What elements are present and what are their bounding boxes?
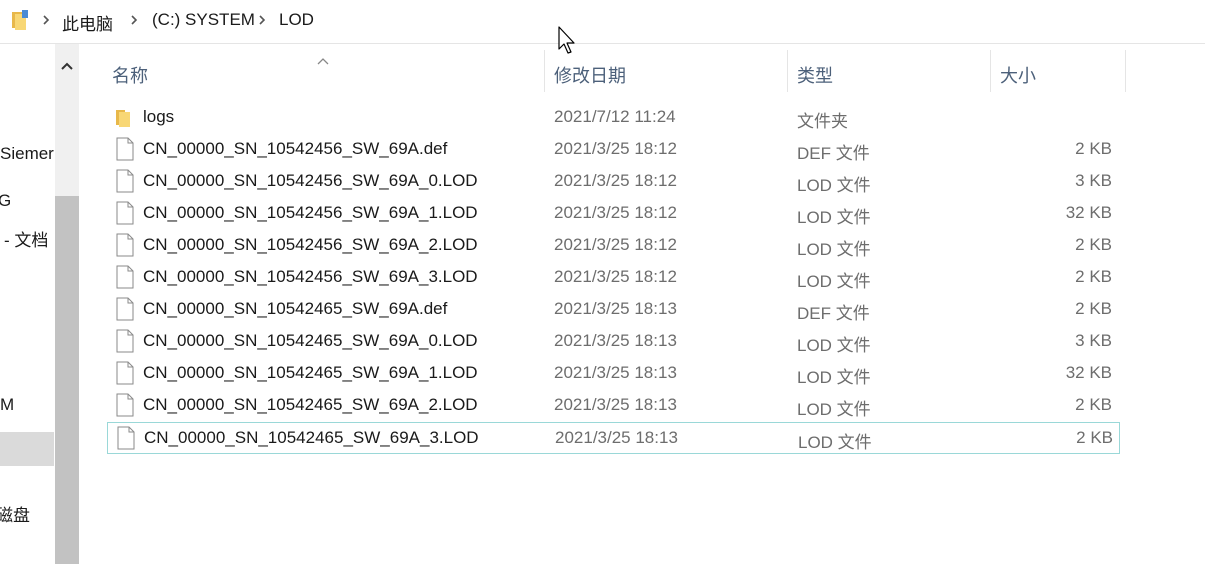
file-type: LOD 文件 [797, 336, 871, 355]
chevron-up-icon[interactable] [59, 58, 75, 74]
nav-selected-highlight [0, 432, 54, 466]
column-headers: 名称 修改日期 类型 大小 [100, 50, 1130, 92]
list-item[interactable]: logs 2021/7/12 11:24 文件夹 [107, 102, 1118, 132]
breadcrumb-this-pc[interactable]: 此电脑 [62, 10, 113, 35]
file-type: LOD 文件 [798, 433, 872, 452]
list-item[interactable]: CN_00000_SN_10542456_SW_69A_1.LOD 2021/3… [107, 198, 1118, 228]
file-size: 3 KB [1075, 171, 1112, 190]
list-item[interactable]: CN_00000_SN_10542465_SW_69A_1.LOD 2021/3… [107, 358, 1118, 388]
file-name: CN_00000_SN_10542456_SW_69A_3.LOD [143, 267, 478, 286]
file-name: CN_00000_SN_10542456_SW_69A_2.LOD [143, 235, 478, 254]
file-date: 2021/7/12 11:24 [554, 107, 676, 126]
file-name: CN_00000_SN_10542456_SW_69A_1.LOD [143, 203, 478, 222]
list-item[interactable]: CN_00000_SN_10542456_SW_69A_0.LOD 2021/3… [107, 166, 1118, 196]
mouse-cursor-icon [558, 26, 578, 56]
list-item[interactable]: CN_00000_SN_10542465_SW_69A_0.LOD 2021/3… [107, 326, 1118, 356]
file-date: 2021/3/25 18:12 [554, 235, 677, 254]
file-icon [115, 393, 135, 417]
file-name: CN_00000_SN_10542465_SW_69A.def [143, 299, 448, 318]
file-date: 2021/3/25 18:13 [554, 395, 677, 414]
nav-scrollbar-thumb[interactable] [55, 196, 79, 564]
file-icon [115, 137, 135, 161]
column-header-date[interactable]: 修改日期 [554, 62, 626, 88]
file-type: DEF 文件 [797, 304, 870, 323]
file-date: 2021/3/25 18:12 [554, 171, 677, 190]
file-type: DEF 文件 [797, 144, 870, 163]
list-item[interactable]: CN_00000_SN_10542465_SW_69A_2.LOD 2021/3… [107, 390, 1118, 420]
file-size: 2 KB [1075, 267, 1112, 286]
file-icon [115, 329, 135, 353]
file-name: CN_00000_SN_10542456_SW_69A.def [143, 139, 448, 158]
file-date: 2021/3/25 18:12 [554, 203, 677, 222]
file-type: LOD 文件 [797, 176, 871, 195]
list-item[interactable]: CN_00000_SN_10542465_SW_69A.def 2021/3/2… [107, 294, 1118, 324]
file-type: LOD 文件 [797, 368, 871, 387]
file-size: 32 KB [1065, 203, 1112, 222]
list-item[interactable]: CN_00000_SN_10542456_SW_69A_3.LOD 2021/3… [107, 262, 1118, 292]
file-size: 3 KB [1075, 331, 1112, 350]
file-type: LOD 文件 [797, 400, 871, 419]
address-bar[interactable]: 此电脑 (C:) SYSTEM LOD [0, 0, 1205, 44]
file-date: 2021/3/25 18:13 [554, 299, 677, 318]
chevron-right-icon[interactable] [40, 12, 52, 28]
file-size: 2 KB [1075, 235, 1112, 254]
list-item[interactable]: CN_00000_SN_10542456_SW_69A_2.LOD 2021/3… [107, 230, 1118, 260]
column-header-size[interactable]: 大小 [1000, 62, 1036, 88]
file-date: 2021/3/25 18:13 [555, 428, 678, 447]
file-name: CN_00000_SN_10542465_SW_69A_3.LOD [144, 428, 479, 447]
column-divider[interactable] [990, 50, 991, 92]
file-name: logs [143, 107, 175, 126]
file-icon [115, 265, 135, 289]
file-name: CN_00000_SN_10542465_SW_69A_2.LOD [143, 395, 478, 414]
file-type: LOD 文件 [797, 240, 871, 259]
file-date: 2021/3/25 18:13 [554, 363, 677, 382]
file-size: 2 KB [1075, 139, 1112, 158]
column-divider[interactable] [544, 50, 545, 92]
file-type: 文件夹 [797, 112, 848, 131]
column-divider[interactable] [787, 50, 788, 92]
list-item-focused[interactable]: CN_00000_SN_10542465_SW_69A_3.LOD 2021/3… [107, 422, 1120, 454]
nav-item-siemens[interactable]: Siemer [0, 144, 54, 164]
sort-ascending-icon [316, 51, 330, 65]
file-icon [115, 169, 135, 193]
file-icon [115, 201, 135, 225]
column-header-type[interactable]: 类型 [797, 62, 833, 88]
file-name: CN_00000_SN_10542465_SW_69A_0.LOD [143, 331, 478, 350]
file-date: 2021/3/25 18:12 [554, 267, 677, 286]
file-type: LOD 文件 [797, 272, 871, 291]
file-size: 32 KB [1065, 363, 1112, 382]
nav-item-disk[interactable]: 磁盘 [0, 501, 50, 526]
file-size: 2 KB [1076, 428, 1113, 447]
file-name: CN_00000_SN_10542465_SW_69A_1.LOD [143, 363, 478, 382]
nav-item-documents[interactable]: - 文档 [4, 226, 58, 251]
file-type: LOD 文件 [797, 208, 871, 227]
navigation-pane: Siemer G - 文档 M 磁盘 [0, 44, 79, 564]
column-divider[interactable] [1125, 50, 1126, 92]
breadcrumb-drive-c[interactable]: (C:) SYSTEM [152, 10, 255, 30]
column-header-name[interactable]: 名称 [112, 62, 148, 88]
chevron-right-icon[interactable] [256, 12, 268, 28]
chevron-right-icon[interactable] [128, 12, 140, 28]
nav-item-m[interactable]: M [0, 395, 54, 415]
list-item[interactable]: CN_00000_SN_10542456_SW_69A.def 2021/3/2… [107, 134, 1118, 164]
file-date: 2021/3/25 18:12 [554, 139, 677, 158]
file-icon [116, 426, 136, 450]
folder-icon [115, 105, 135, 129]
file-size: 2 KB [1075, 299, 1112, 318]
file-size: 2 KB [1075, 395, 1112, 414]
folder-icon [10, 8, 32, 32]
breadcrumb-lod[interactable]: LOD [279, 10, 314, 30]
file-icon [115, 361, 135, 385]
file-name: CN_00000_SN_10542456_SW_69A_0.LOD [143, 171, 478, 190]
file-icon [115, 233, 135, 257]
nav-item-g[interactable]: G [0, 191, 52, 211]
file-date: 2021/3/25 18:13 [554, 331, 677, 350]
file-icon [115, 297, 135, 321]
